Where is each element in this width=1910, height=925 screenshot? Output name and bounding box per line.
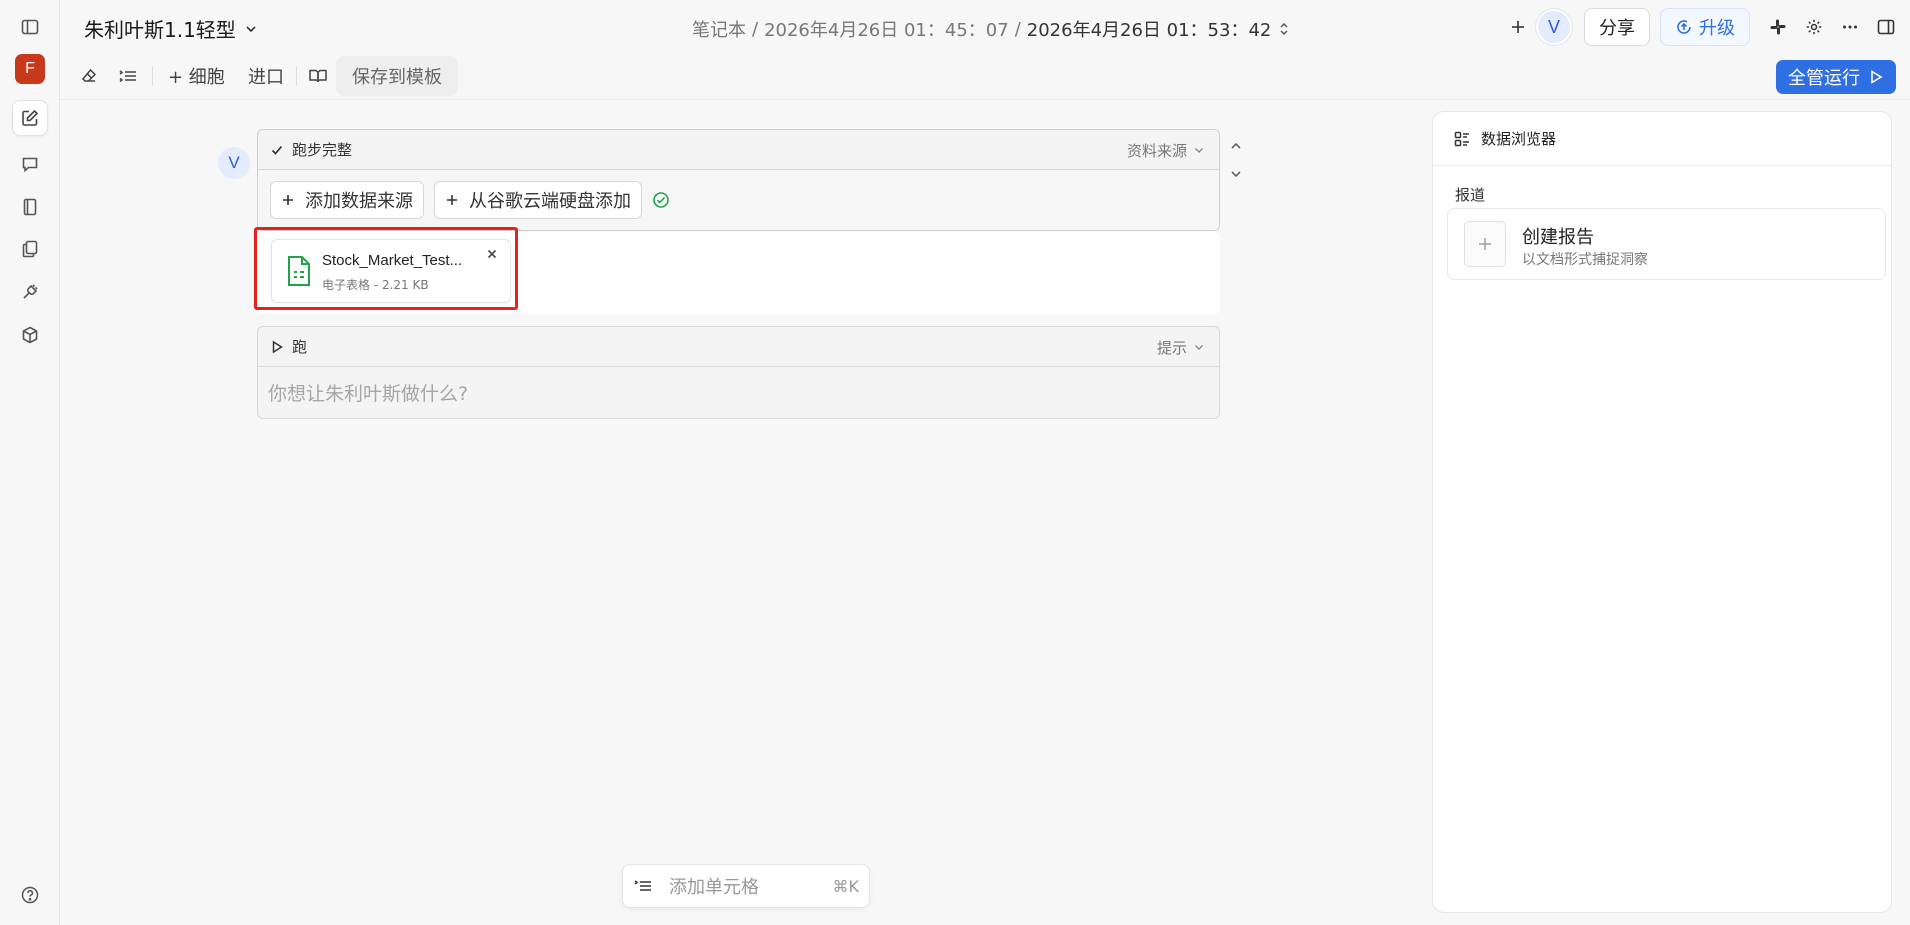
run-status-label: 跑步完整 <box>292 141 353 159</box>
add-cell-label: 添加单元格 <box>669 877 759 898</box>
add-cell-bar[interactable]: 添加单元格 ⌘K <box>622 864 870 908</box>
chevron-up-down-icon[interactable] <box>1277 20 1291 38</box>
chevron-down-icon <box>244 22 258 36</box>
header-divider <box>60 99 1910 100</box>
move-cell-up-icon[interactable] <box>1228 138 1250 154</box>
add-icon[interactable] <box>1500 9 1536 45</box>
book-icon[interactable] <box>308 56 328 96</box>
breadcrumb: 笔记本 / 2026年4月26日 01：45：07 / 2026年4月26日 0… <box>692 16 1291 42</box>
notebook-title-text: 朱利叶斯1.1轻型 <box>84 18 236 42</box>
settings-gear-icon[interactable] <box>1796 9 1832 45</box>
toolbar-divider <box>296 66 297 86</box>
prompt-cell: 跑 提示 你想让朱利叶斯做什么? <box>257 326 1220 419</box>
data-browser-icon <box>1453 130 1471 148</box>
run-cell-label[interactable]: 跑 <box>292 336 307 357</box>
plus-icon <box>281 193 295 207</box>
save-to-template-button[interactable]: 保存到模板 <box>336 56 458 96</box>
prompt-cell-header: 跑 提示 <box>258 327 1219 367</box>
outline-list-icon[interactable] <box>118 56 138 96</box>
data-source-dropdown-label: 资料来源 <box>1126 141 1187 160</box>
prompt-input[interactable]: 你想让朱利叶斯做什么? <box>258 367 1219 418</box>
right-panel-toggle-icon[interactable] <box>1868 9 1904 45</box>
hint-dropdown[interactable]: 提示 <box>1157 327 1205 367</box>
eraser-icon[interactable] <box>80 56 98 96</box>
cell-move-controls <box>1228 138 1250 182</box>
header-actions: V 分享 升级 <box>1500 8 1910 46</box>
notebook-edit-icon[interactable] <box>12 100 48 136</box>
report-thumbnail <box>1464 221 1506 267</box>
create-report-card[interactable]: 创建报告 以文档形式捕捉洞察 <box>1447 208 1886 280</box>
data-source-dropdown[interactable]: 资料来源 <box>1127 130 1205 170</box>
breadcrumb-separator: / <box>1014 18 1021 40</box>
outline-list-icon <box>633 877 653 895</box>
data-source-cell: 跑步完整 资料来源 添加数据来源 从谷歌云端硬盘添加 <box>257 129 1220 231</box>
package-cube-icon[interactable] <box>12 317 48 353</box>
add-from-google-drive-label: 从谷歌云端硬盘添加 <box>469 191 631 212</box>
import-button-label: 进口 <box>248 67 284 88</box>
notebook-icon[interactable] <box>12 189 48 225</box>
help-icon[interactable] <box>12 877 48 913</box>
add-data-source-button[interactable]: 添加数据来源 <box>270 181 424 219</box>
slack-icon[interactable] <box>1760 9 1796 45</box>
top-bar: 朱利叶斯1.1轻型 笔记本 / 2026年4月26日 01：45：07 / 20… <box>60 0 1910 54</box>
share-button[interactable]: 分享 <box>1584 8 1650 46</box>
create-report-subtitle: 以文档形式捕捉洞察 <box>1522 252 1648 268</box>
reports-section-title: 报道 <box>1455 186 1486 204</box>
cell-author-avatar: V <box>218 147 250 179</box>
share-button-label: 分享 <box>1599 18 1635 39</box>
add-cell-toolbar-label: + 细胞 <box>168 67 225 88</box>
data-browser-title: 数据浏览器 <box>1481 130 1557 148</box>
upgrade-button-label: 升级 <box>1699 18 1735 39</box>
chat-icon[interactable] <box>12 146 48 182</box>
data-browser-header: 数据浏览器 <box>1433 112 1891 166</box>
chevron-down-icon <box>1193 341 1205 353</box>
sidebar-toggle-icon[interactable] <box>12 9 48 45</box>
chevron-down-icon <box>1193 144 1205 156</box>
breadcrumb-modified[interactable]: 2026年4月26日 01：53：42 <box>1027 16 1272 42</box>
import-button[interactable]: 进口 <box>248 56 284 96</box>
upgrade-button[interactable]: 升级 <box>1660 8 1750 46</box>
add-from-google-drive-button[interactable]: 从谷歌云端硬盘添加 <box>434 181 642 219</box>
upgrade-arrow-icon <box>1675 18 1693 36</box>
plus-icon <box>445 193 459 207</box>
create-report-title: 创建报告 <box>1522 227 1594 248</box>
run-all-label: 全管运行 <box>1788 68 1860 89</box>
workspace-avatar[interactable]: F <box>15 54 45 84</box>
breadcrumb-section[interactable]: 笔记本 <box>692 16 746 42</box>
breadcrumb-separator: / <box>752 18 759 40</box>
data-source-actions: 添加数据来源 从谷歌云端硬盘添加 <box>258 170 1219 230</box>
notebook-title[interactable]: 朱利叶斯1.1轻型 <box>84 14 258 43</box>
data-source-cell-header: 跑步完整 资料来源 <box>258 130 1219 170</box>
move-cell-down-icon[interactable] <box>1228 166 1250 182</box>
save-to-template-label: 保存到模板 <box>352 67 442 88</box>
more-options-icon[interactable] <box>1832 9 1868 45</box>
integrations-plug-icon[interactable] <box>12 274 48 310</box>
play-icon <box>1868 69 1884 85</box>
success-check-circle-icon <box>652 191 670 209</box>
run-all-button[interactable]: 全管运行 <box>1776 60 1896 94</box>
notebook-toolbar: + 细胞 进口 保存到模板 全管运行 <box>60 56 1910 96</box>
data-browser-panel: 数据浏览器 报道 创建报告 以文档形式捕捉洞察 <box>1432 111 1892 913</box>
add-data-source-label: 添加数据来源 <box>305 191 413 212</box>
check-icon <box>270 143 284 157</box>
left-rail: F <box>0 0 60 925</box>
files-icon[interactable] <box>12 231 48 267</box>
hint-dropdown-label: 提示 <box>1156 338 1187 357</box>
run-cell-play-icon[interactable] <box>270 340 284 354</box>
add-cell-toolbar-button[interactable]: + 细胞 <box>168 56 225 96</box>
user-avatar[interactable]: V <box>1536 9 1572 45</box>
highlight-box <box>254 227 518 310</box>
breadcrumb-created: 2026年4月26日 01：45：07 <box>764 20 1009 41</box>
add-cell-shortcut: ⌘K <box>832 876 860 896</box>
plus-icon <box>1477 236 1493 252</box>
toolbar-divider <box>152 66 153 86</box>
